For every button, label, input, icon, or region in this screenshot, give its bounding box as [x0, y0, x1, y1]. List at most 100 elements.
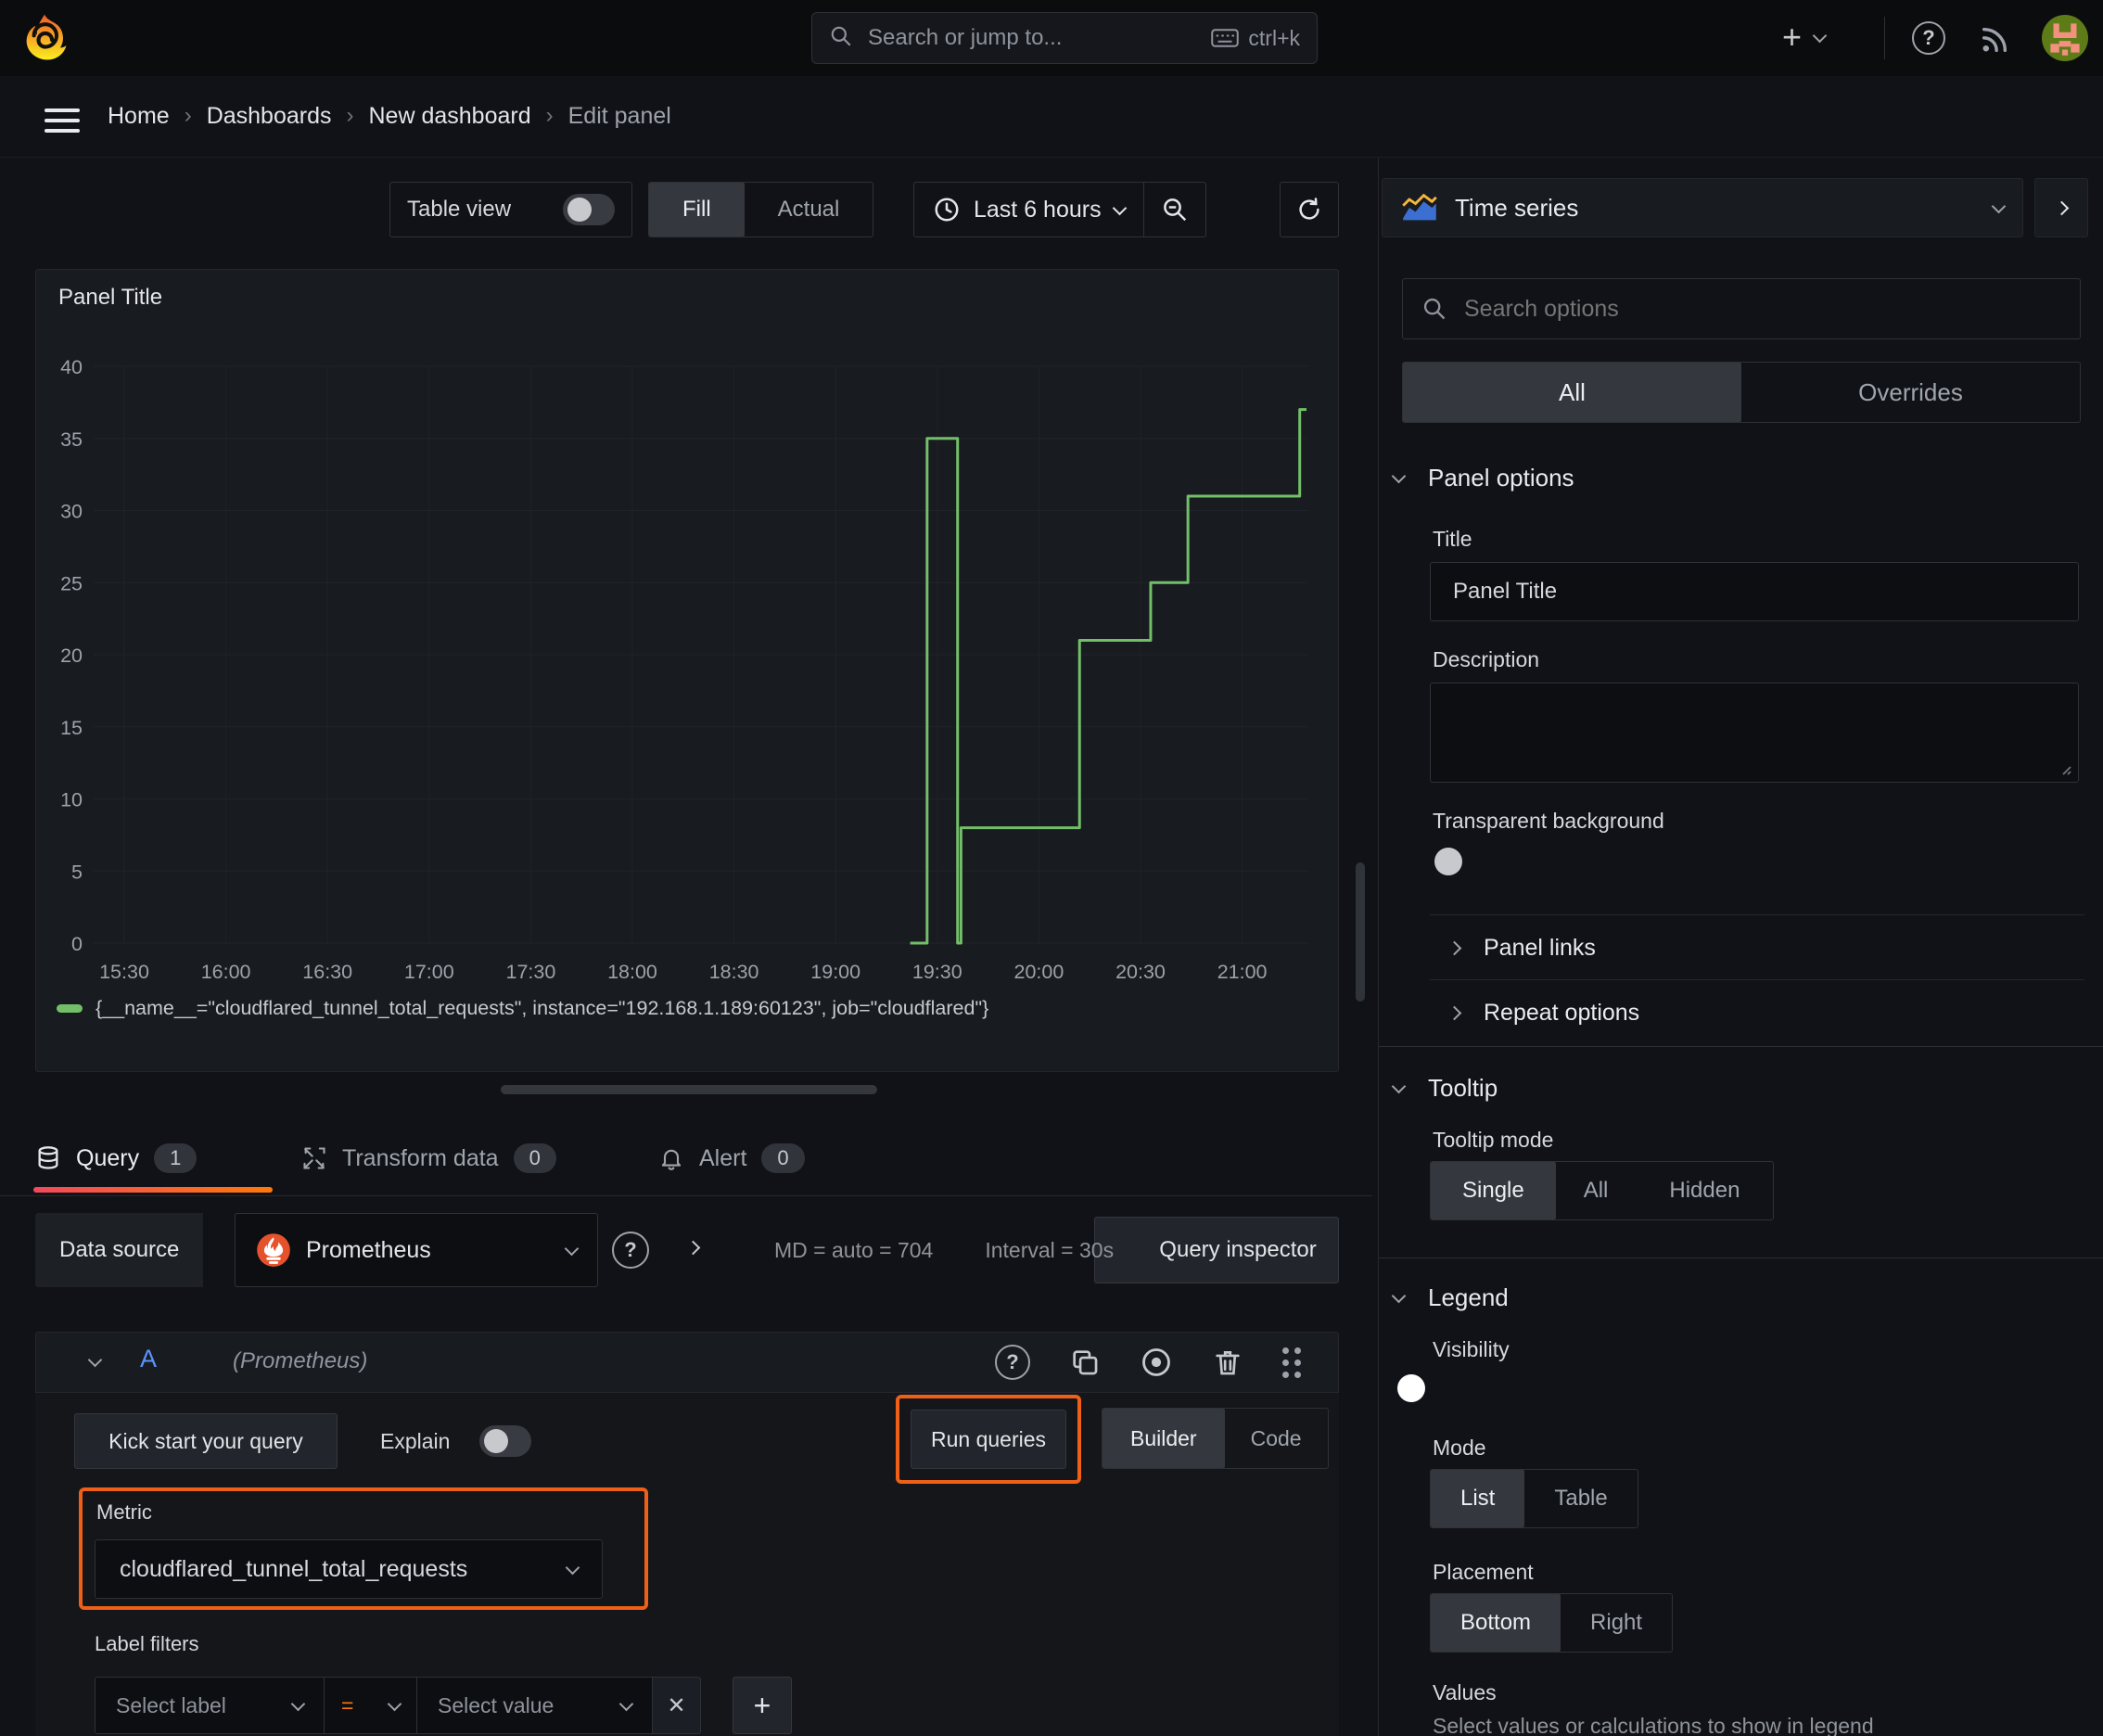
svg-text:21:00: 21:00: [1217, 961, 1268, 983]
table-view-control: Table view: [389, 182, 632, 237]
grafana-app: ctrl+k + ? Home› Dashboards› New dashboa…: [0, 0, 2103, 1736]
duplicate-query-icon[interactable]: [1069, 1347, 1101, 1378]
visualization-picker[interactable]: Time series: [1382, 178, 2023, 237]
builder-option[interactable]: Builder: [1102, 1409, 1225, 1468]
panel-title-input[interactable]: [1430, 562, 2079, 621]
legend-placement-right[interactable]: Right: [1561, 1594, 1672, 1652]
add-filter-button[interactable]: +: [733, 1677, 792, 1734]
svg-text:16:30: 16:30: [302, 961, 352, 983]
query-ref-id[interactable]: A: [140, 1345, 157, 1373]
toggle-visibility-eye-icon[interactable]: [1140, 1346, 1173, 1379]
resize-drag-handle[interactable]: [501, 1085, 877, 1094]
top-nav: ctrl+k + ?: [0, 0, 2103, 76]
actual-option[interactable]: Actual: [745, 183, 873, 236]
tooltip-mode-switch: Single All Hidden: [1430, 1161, 1775, 1220]
tab-query[interactable]: Query 1: [35, 1124, 198, 1193]
chevron-down-icon: [1991, 198, 2007, 213]
menu-toggle-button[interactable]: [45, 102, 80, 139]
tab-overrides[interactable]: Overrides: [1741, 363, 2080, 422]
help-button[interactable]: ?: [1912, 21, 1945, 55]
metric-select[interactable]: cloudflared_tunnel_total_requests: [95, 1539, 603, 1599]
grafana-logo-icon[interactable]: [20, 13, 69, 66]
breadcrumb-home[interactable]: Home: [108, 103, 170, 130]
tab-query-label: Query: [76, 1144, 140, 1171]
topnav-divider: [1884, 17, 1885, 59]
legend-mode-list[interactable]: List: [1431, 1470, 1525, 1527]
repeat-options-section-header[interactable]: Repeat options: [1447, 1000, 1639, 1027]
global-search-input[interactable]: [866, 24, 1199, 52]
panel-title[interactable]: Panel Title: [58, 285, 162, 311]
fill-actual-switch: Fill Actual: [648, 182, 874, 237]
chevron-down-icon: [565, 1560, 580, 1575]
explain-toggle[interactable]: [479, 1425, 532, 1457]
drag-query-handle-icon[interactable]: [1282, 1347, 1301, 1378]
collapse-query-chevron-icon[interactable]: [87, 1352, 103, 1368]
code-option[interactable]: Code: [1225, 1409, 1328, 1468]
svg-text:15:30: 15:30: [99, 961, 149, 983]
tooltip-mode-single[interactable]: Single: [1431, 1162, 1556, 1219]
run-queries-button[interactable]: Run queries: [911, 1410, 1066, 1469]
panel-options-title: Panel options: [1428, 464, 1574, 491]
svg-text:20:00: 20:00: [1013, 961, 1064, 983]
builder-code-switch: Builder Code: [1102, 1408, 1329, 1469]
options-search[interactable]: [1402, 278, 2081, 339]
operator-dropdown[interactable]: =: [325, 1677, 417, 1734]
query-inspector-button[interactable]: Query inspector: [1094, 1217, 1339, 1283]
expand-options-chevron-icon[interactable]: [685, 1240, 701, 1256]
options-search-input[interactable]: [1462, 294, 2061, 324]
resize-corner-icon[interactable]: [2058, 761, 2072, 776]
tab-all-options[interactable]: All: [1403, 363, 1741, 422]
tab-transform-data[interactable]: Transform data 0: [301, 1124, 556, 1193]
legend-mode-table[interactable]: Table: [1524, 1470, 1637, 1527]
time-series-chart[interactable]: 0 5 10 15 20 25 30 35 40 15:30 16:00 16:30 17:00 17:3…: [36, 322, 1340, 1069]
breadcrumb-dashboards[interactable]: Dashboards: [207, 103, 332, 130]
svg-text:10: 10: [60, 789, 83, 811]
close-icon: ✕: [667, 1692, 686, 1718]
legend-section-header[interactable]: Legend: [1391, 1283, 1509, 1312]
tooltip-mode-all[interactable]: All: [1556, 1162, 1637, 1219]
zoom-out-icon: [1163, 198, 1186, 222]
table-view-toggle[interactable]: [563, 194, 615, 225]
legend-visibility-label: Visibility: [1433, 1337, 1510, 1361]
datasource-label-box: Data source: [35, 1213, 204, 1287]
breadcrumb-new-dashboard[interactable]: New dashboard: [369, 103, 531, 130]
tooltip-mode-hidden[interactable]: Hidden: [1636, 1162, 1773, 1219]
select-label-dropdown[interactable]: Select label: [95, 1677, 325, 1734]
query-row-header[interactable]: A (Prometheus) ?: [35, 1332, 1339, 1393]
panel-links-section-header[interactable]: Panel links: [1447, 935, 1596, 962]
chevron-down-icon: [1112, 200, 1127, 215]
remove-filter-button[interactable]: ✕: [653, 1677, 701, 1734]
panel-options-section-header[interactable]: Panel options: [1391, 464, 1574, 492]
breadcrumb-bar: Home › Dashboards › New dashboard › Edit pa…: [0, 76, 2103, 219]
panel-description-textarea[interactable]: [1430, 683, 2079, 783]
global-search[interactable]: ctrl+k: [811, 12, 1318, 64]
vertical-scrollbar-thumb[interactable]: [1356, 862, 1365, 1002]
delete-query-trash-icon[interactable]: [1212, 1347, 1243, 1378]
legend-swatch: [57, 1004, 83, 1013]
fill-option[interactable]: Fill: [649, 183, 745, 236]
legend-series-label[interactable]: {__name__="cloudflared_tunnel_total_requ…: [96, 997, 988, 1020]
query-options-summary[interactable]: MD = auto = 704 Interval = 30s: [774, 1213, 1114, 1287]
news-rss-button[interactable]: [1979, 24, 2010, 60]
interval-stat: Interval = 30s: [985, 1237, 1115, 1262]
refresh-button[interactable]: [1280, 182, 1339, 237]
legend-placement-bottom[interactable]: Bottom: [1431, 1594, 1561, 1652]
tab-alert[interactable]: Alert 0: [658, 1124, 805, 1193]
user-avatar[interactable]: [2042, 15, 2088, 61]
description-field-label: Description: [1433, 647, 1540, 671]
refresh-icon: [1299, 198, 1319, 220]
chart-legend: {__name__="cloudflared_tunnel_total_requ…: [57, 997, 988, 1020]
select-value-dropdown[interactable]: Select value: [417, 1677, 653, 1734]
tooltip-section-header[interactable]: Tooltip: [1391, 1074, 1498, 1103]
collapse-sidebar-button[interactable]: [2034, 178, 2088, 237]
datasource-picker[interactable]: Prometheus: [235, 1213, 598, 1287]
datasource-help-button[interactable]: ?: [612, 1232, 649, 1269]
zoom-out-time-button[interactable]: [1144, 183, 1205, 236]
svg-text:17:00: 17:00: [404, 961, 454, 983]
breadcrumb: Home › Dashboards › New dashboard › Edit pa…: [108, 102, 671, 130]
time-range-picker[interactable]: Last 6 hours: [914, 183, 1143, 236]
kick-start-query-button[interactable]: Kick start your query: [74, 1413, 338, 1469]
query-help-button[interactable]: ?: [995, 1345, 1030, 1380]
create-new-button[interactable]: +: [1782, 20, 1828, 54]
metric-value: cloudflared_tunnel_total_requests: [120, 1555, 468, 1582]
